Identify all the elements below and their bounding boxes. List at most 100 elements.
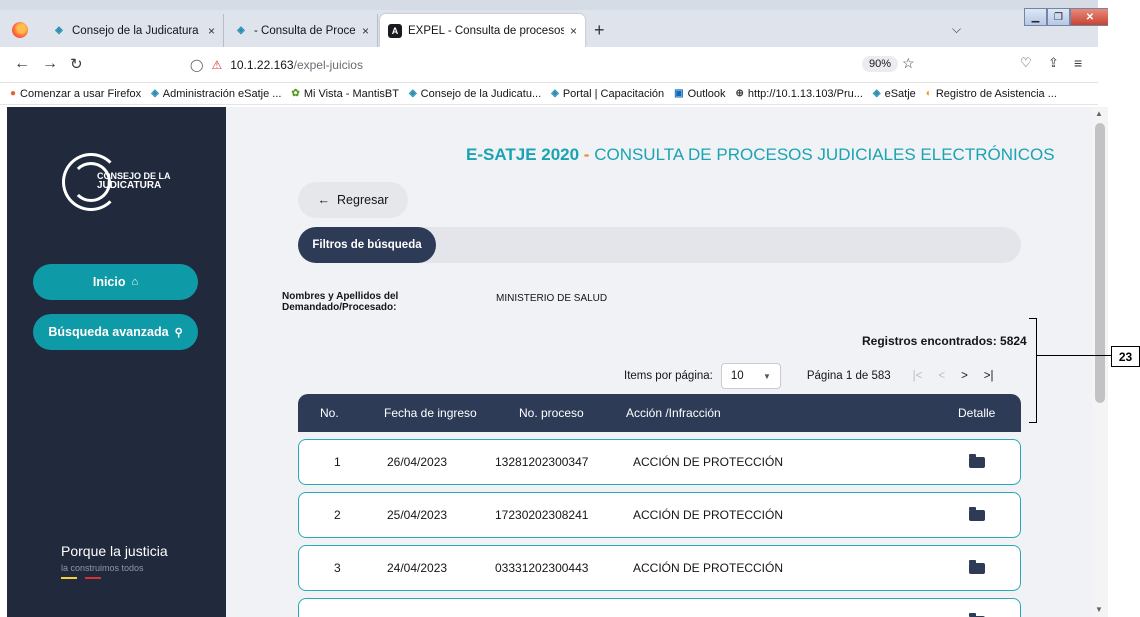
esatje-icon: ◈ <box>151 88 159 99</box>
search-icon: ⚲ <box>174 326 183 339</box>
vertical-scrollbar[interactable]: ▲ ▼ <box>1092 107 1108 617</box>
page-info: Página 1 de 583 <box>806 370 891 382</box>
browser-tab-bar: ◈ Consejo de la Judicatura | Cons × ◈ - … <box>0 0 1110 47</box>
page-title: E-SATJE 2020 - CONSULTA DE PROCESOS JUDI… <box>466 145 1055 164</box>
esatje-icon: ◈ <box>872 88 881 99</box>
filter-field-label: Nombres y Apellidos del Demandado/Proces… <box>282 291 399 313</box>
nav-busqueda-avanzada-button[interactable]: Búsqueda avanzada ⚲ <box>33 314 198 350</box>
slogan: Porque la justicia <box>61 543 168 559</box>
table-row: 2 25/04/2023 17230202308241 ACCIÓN DE PR… <box>298 492 1021 538</box>
col-accion: Acción /Infracción <box>626 406 721 420</box>
main-content: E-SATJE 2020 - CONSULTA DE PROCESOS JUDI… <box>226 107 1092 617</box>
table-row: 3 24/04/2023 03331202300443 ACCIÓN DE PR… <box>298 545 1021 591</box>
annotation-bracket <box>1029 318 1037 423</box>
bookmark-item[interactable]: ✿ Mi Vista - MantisBT <box>291 88 399 100</box>
forward-arrow-icon[interactable]: → <box>42 55 58 73</box>
url-path: /expel-juicios <box>293 58 363 72</box>
sidebar: CONSEJO DE LA JUDICATURA Inicio ⌂ Búsque… <box>7 107 226 617</box>
right-margin <box>1108 0 1140 617</box>
zoom-level-button[interactable]: 90% <box>862 56 899 72</box>
maximize-icon[interactable]: ❐ <box>1047 8 1070 26</box>
screenshot-root: ◈ Consejo de la Judicatura | Cons × ◈ - … <box>0 0 1140 617</box>
table-row: 1 26/04/2023 13281202300347 ACCIÓN DE PR… <box>298 439 1021 485</box>
tab-title: - Consulta de Procesos - eSATJE <box>254 24 356 37</box>
annotation-leader-line <box>1037 355 1111 356</box>
tab-expel[interactable]: A EXPEL - Consulta de procesos × <box>380 14 585 47</box>
firefox-icon: ● <box>10 88 17 99</box>
bookmark-item[interactable]: ◐ Registro de Asistencia ... <box>926 88 1057 100</box>
filter-field-value: MINISTERIO DE SALUD <box>496 293 608 304</box>
first-page-icon[interactable]: |< <box>913 370 923 382</box>
paginator: Items por página: 10 ▼ Página 1 de 583 |… <box>624 363 993 389</box>
list-tabs-chevron-icon[interactable]: ⌵ <box>952 22 961 37</box>
flag-stripe <box>61 577 101 579</box>
firefox-icon[interactable] <box>12 22 28 38</box>
tab-consulta-procesos[interactable]: ◈ - Consulta de Procesos - eSATJE × <box>226 14 378 47</box>
col-detalle: Detalle <box>958 406 996 420</box>
title-strip <box>0 0 1098 10</box>
registro-icon: ◐ <box>925 88 932 99</box>
table-row-partial <box>298 598 1021 617</box>
scrollbar-thumb[interactable] <box>1095 123 1105 403</box>
globe-icon: ⊕ <box>735 88 744 99</box>
back-arrow-icon[interactable]: ← <box>14 55 30 73</box>
col-no: No. <box>320 406 339 420</box>
angular-icon: A <box>388 23 402 38</box>
outlook-icon: ▣ <box>674 88 684 99</box>
dropdown-caret-icon: ▼ <box>762 371 771 381</box>
window-controls: ▁ ❐ ✕ <box>1024 8 1110 26</box>
tab-filtros-busqueda[interactable]: Filtros de búsqueda <box>298 227 436 263</box>
items-per-page-label: Items por página: <box>624 370 713 382</box>
tab-close-icon[interactable]: × <box>208 24 215 38</box>
new-tab-button[interactable]: + <box>594 20 605 41</box>
bookmark-item[interactable]: ◈ Administración eSatje ... <box>151 88 281 100</box>
browser-navigation-bar: ← → ↻ ◯ ⚠ 10.1.22.163/expel-juicios 90% … <box>0 47 1098 83</box>
col-proceso: No. proceso <box>519 406 584 420</box>
reload-icon[interactable]: ↻ <box>70 55 83 73</box>
esatje-icon: ◈ <box>408 88 417 99</box>
folder-icon[interactable] <box>969 440 985 484</box>
tab-title: EXPEL - Consulta de procesos <box>408 24 564 37</box>
mantis-icon: ✿ <box>291 88 300 99</box>
share-icon[interactable]: ⇪ <box>1048 55 1059 71</box>
bookmark-star-icon[interactable]: ☆ <box>902 55 915 72</box>
folder-icon[interactable] <box>969 493 985 537</box>
bookmark-item[interactable]: ◈ Portal | Capacitación <box>551 88 664 100</box>
shield-icon[interactable]: ◯ <box>190 58 203 72</box>
logo-text: CONSEJO DE LA JUDICATURA <box>97 171 171 191</box>
folder-icon[interactable] <box>969 546 985 590</box>
items-per-page-select[interactable]: 10 ▼ <box>720 363 781 389</box>
tab-consejo[interactable]: ◈ Consejo de la Judicatura | Cons × <box>44 14 224 47</box>
bookmark-item[interactable]: ◈ eSatje <box>873 88 916 100</box>
tab-close-icon[interactable]: × <box>570 24 577 38</box>
scroll-up-icon[interactable]: ▲ <box>1095 109 1103 118</box>
bookmark-item[interactable]: ● Comenzar a usar Firefox <box>10 88 141 100</box>
url-host: 10.1.22.163 <box>230 58 294 72</box>
annotation-label: 23 <box>1111 346 1140 367</box>
esatje-icon: ◈ <box>237 25 245 36</box>
bookmark-item[interactable]: ▣ Outlook <box>674 88 725 100</box>
slogan-sub: la construimos todos <box>61 563 144 573</box>
pocket-icon[interactable]: ♡ <box>1020 55 1032 71</box>
minimize-icon[interactable]: ▁ <box>1024 8 1047 26</box>
nav-inicio-button[interactable]: Inicio ⌂ <box>33 264 198 300</box>
scroll-down-icon[interactable]: ▼ <box>1095 605 1103 614</box>
bookmark-item[interactable]: ◈ Consejo de la Judicatu... <box>409 88 541 100</box>
address-bar[interactable]: ◯ ⚠ 10.1.22.163/expel-juicios <box>190 52 930 78</box>
bookmark-item[interactable]: ⊕ http://10.1.13.103/Pru... <box>736 88 863 100</box>
close-window-icon[interactable]: ✕ <box>1070 8 1110 26</box>
filters-bar: Filtros de búsqueda <box>298 227 1021 263</box>
last-page-icon[interactable]: >| <box>984 370 994 382</box>
regresar-button[interactable]: ← Regresar <box>298 182 408 218</box>
insecure-lock-icon[interactable]: ⚠ <box>211 58 222 72</box>
folder-icon[interactable] <box>969 599 985 617</box>
tab-close-icon[interactable]: × <box>362 24 369 38</box>
esatje-icon: ◈ <box>55 25 63 36</box>
arrow-left-icon: ← <box>317 193 331 207</box>
tab-title: Consejo de la Judicatura | Cons <box>72 24 202 37</box>
esatje-icon: ◈ <box>551 88 559 99</box>
menu-icon[interactable]: ≡ <box>1074 55 1082 71</box>
next-page-icon[interactable]: > <box>961 370 968 382</box>
previous-page-icon[interactable]: < <box>938 370 945 382</box>
bookmarks-toolbar: ● Comenzar a usar Firefox ◈ Administración… <box>0 83 1098 105</box>
